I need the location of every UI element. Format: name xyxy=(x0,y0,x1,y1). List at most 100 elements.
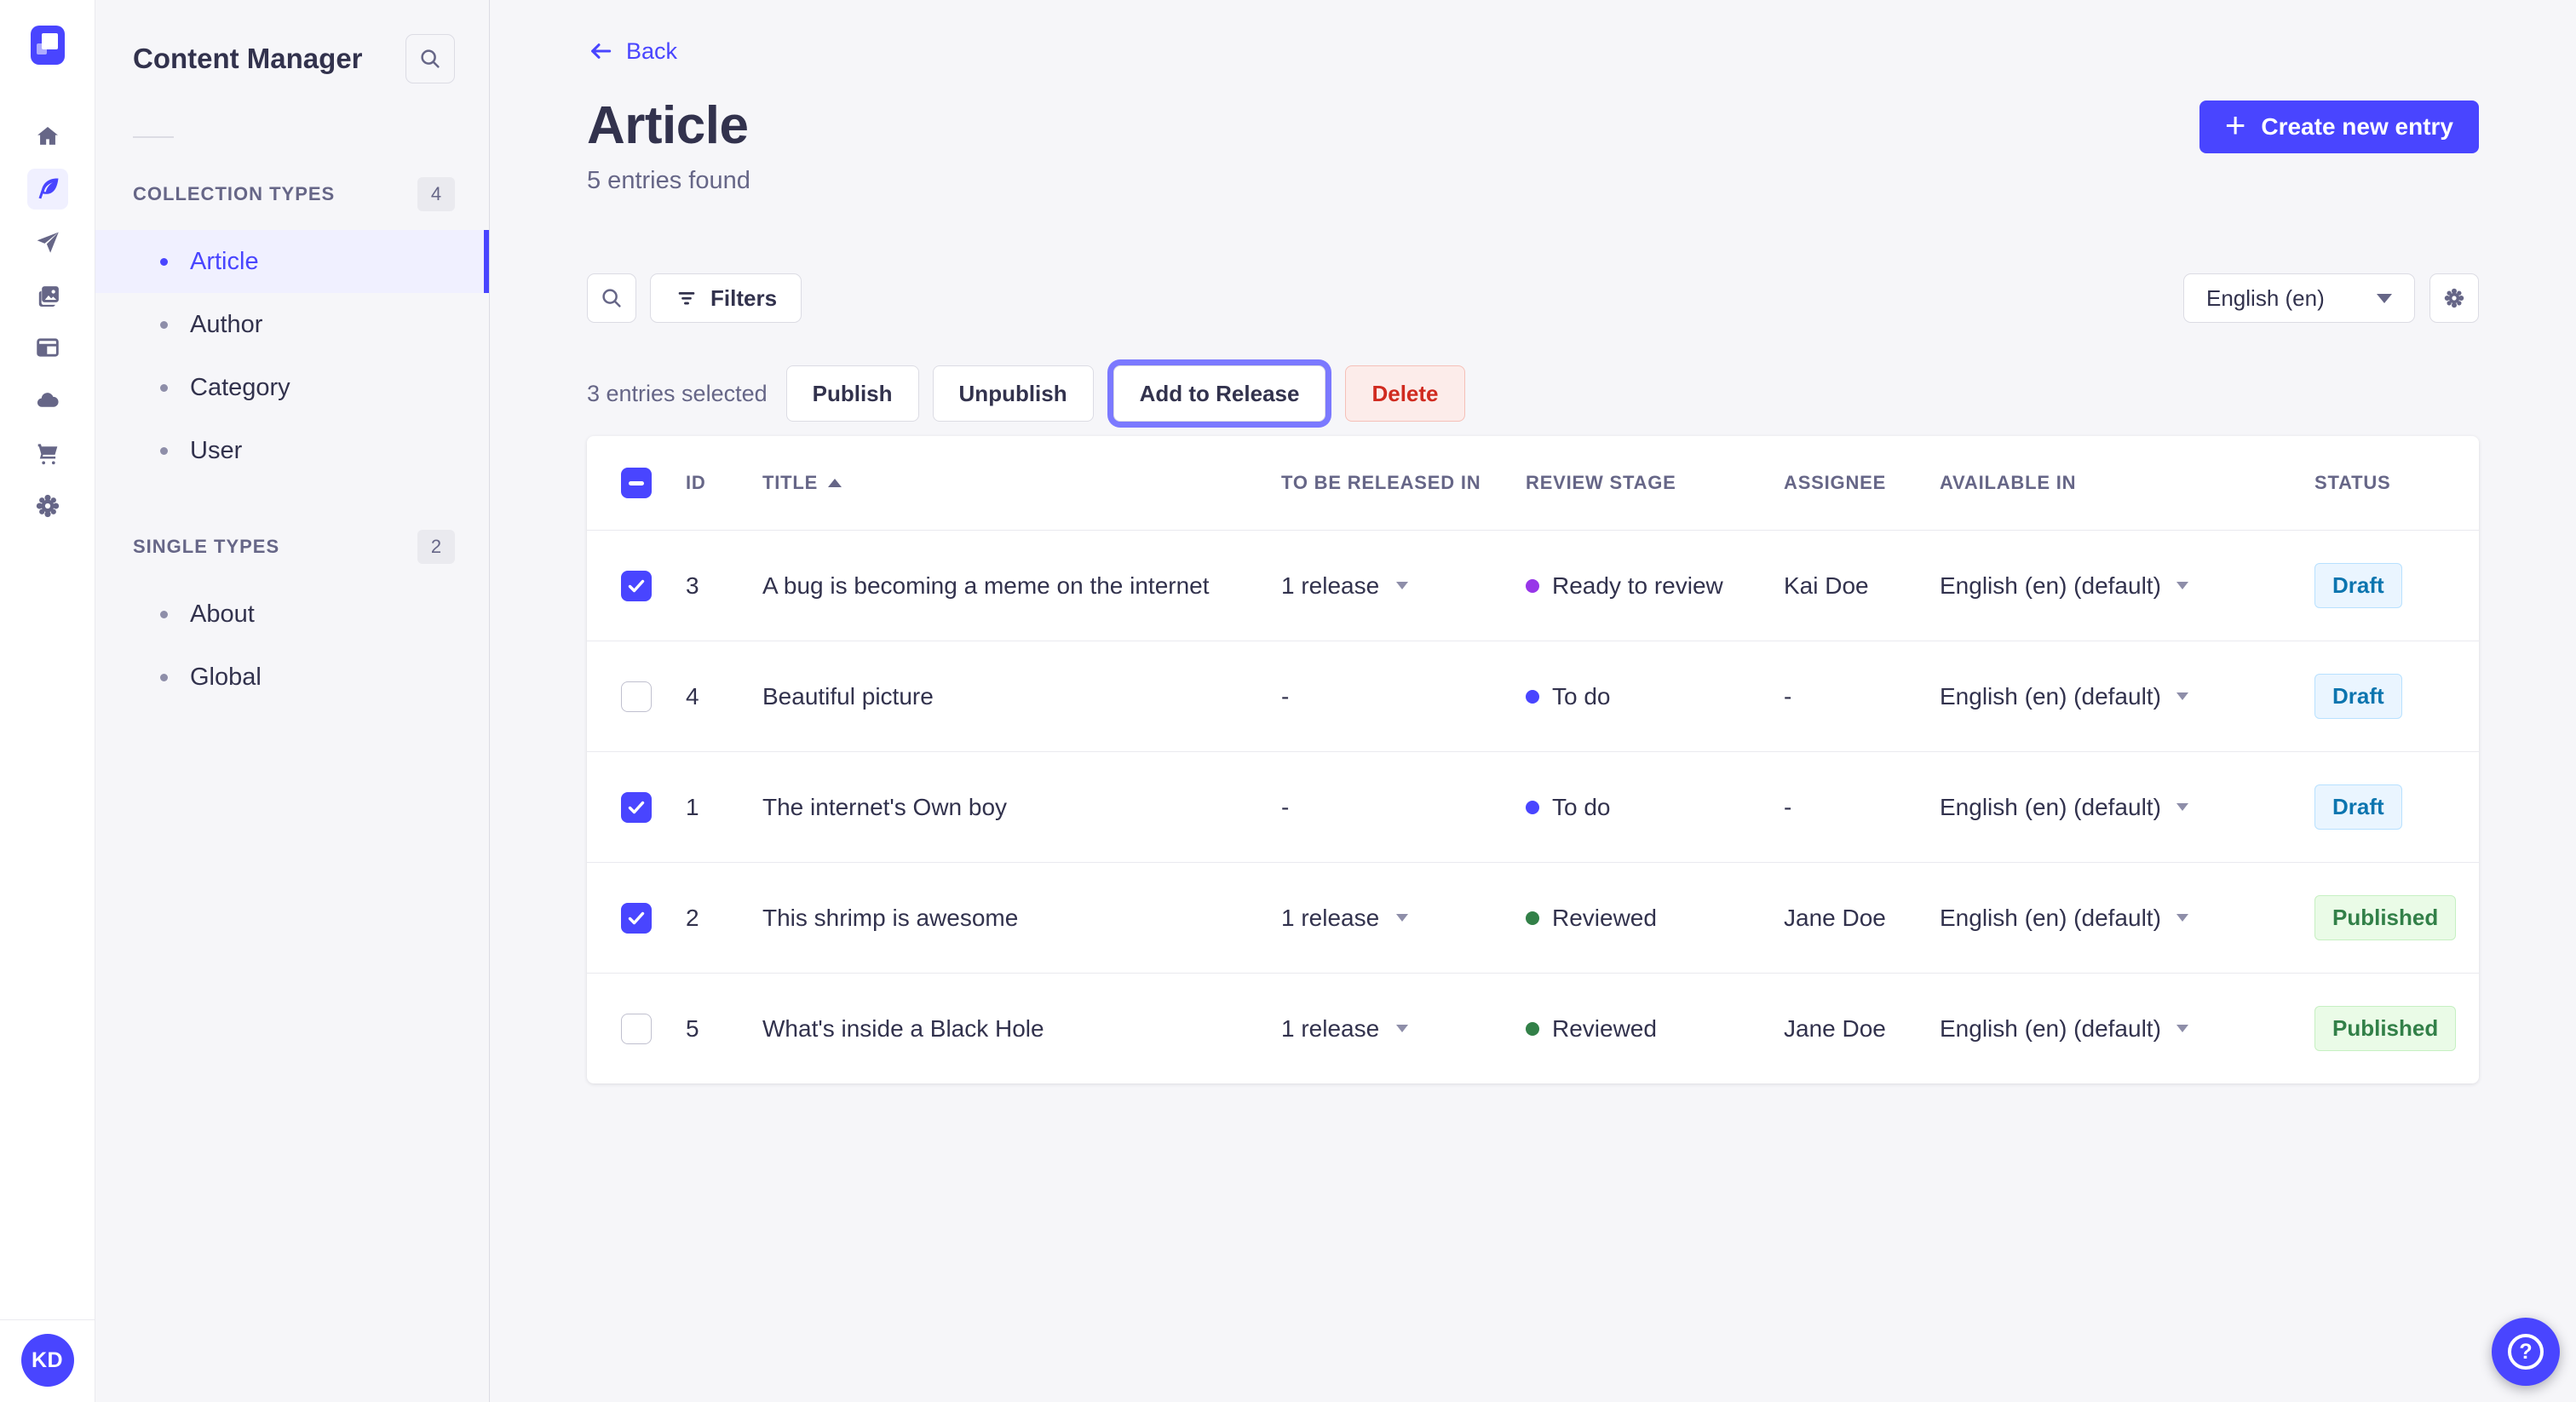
cell-assignee: Kai Doe xyxy=(1784,572,1869,599)
cell-review-stage: Ready to review xyxy=(1526,572,1784,600)
sidebar-item-global[interactable]: Global xyxy=(95,646,489,709)
deploy-cloud-icon[interactable] xyxy=(27,380,68,421)
cell-title: A bug is becoming a meme on the internet xyxy=(762,572,1210,599)
locale-caret-icon[interactable] xyxy=(2176,803,2188,811)
locale-caret-icon[interactable] xyxy=(2176,914,2188,922)
sidebar-item-category[interactable]: Category xyxy=(95,356,489,419)
cell-title: What's inside a Black Hole xyxy=(762,1014,1044,1042)
media-library-icon[interactable] xyxy=(27,274,68,315)
release-caret-icon[interactable] xyxy=(1396,582,1409,589)
row-checkbox[interactable] xyxy=(621,902,652,934)
search-button[interactable] xyxy=(587,273,636,323)
arrow-left-icon xyxy=(591,43,612,59)
cell-review-stage: Reviewed xyxy=(1526,1015,1784,1043)
table-row[interactable]: 4 Beautiful picture - To do - English (e… xyxy=(587,641,2479,751)
strapi-logo xyxy=(30,26,65,65)
row-checkbox[interactable] xyxy=(621,1013,652,1044)
publish-button[interactable]: Publish xyxy=(785,365,919,422)
locale-caret-icon[interactable] xyxy=(2176,692,2188,700)
column-header-id[interactable]: ID xyxy=(686,472,762,494)
row-checkbox[interactable] xyxy=(621,570,652,601)
content-type-builder-icon[interactable] xyxy=(27,327,68,368)
chevron-down-icon xyxy=(2377,293,2392,303)
column-header-release[interactable]: TO BE RELEASED IN xyxy=(1281,472,1526,494)
stage-dot xyxy=(1526,911,1539,925)
check-icon xyxy=(628,911,645,924)
locale-caret-icon[interactable] xyxy=(2176,582,2188,589)
marketplace-cart-icon[interactable] xyxy=(27,433,68,474)
sidebar-item-label: About xyxy=(190,600,255,628)
column-header-review-stage[interactable]: REVIEW STAGE xyxy=(1526,472,1784,494)
back-label: Back xyxy=(626,37,678,64)
cell-locale: English (en) (default) xyxy=(1940,1015,2314,1043)
user-avatar[interactable]: KD xyxy=(20,1334,74,1387)
locale-caret-icon[interactable] xyxy=(2176,1025,2188,1032)
cell-id: 1 xyxy=(686,793,699,820)
cell-title: The internet's Own boy xyxy=(762,793,1008,820)
status-badge: Published xyxy=(2314,895,2457,940)
sidebar-title: Content Manager xyxy=(133,43,363,74)
content-manager-sidebar: Content Manager COLLECTION TYPES 4 Artic… xyxy=(95,0,490,1402)
sidebar-item-article[interactable]: Article xyxy=(95,230,489,293)
filters-label: Filters xyxy=(710,284,778,311)
cell-locale: English (en) (default) xyxy=(1940,683,2314,710)
column-header-title[interactable]: TITLE xyxy=(762,472,1281,494)
collection-types-section: COLLECTION TYPES 4 Article Author Catego… xyxy=(95,177,489,482)
status-badge: Draft xyxy=(2314,674,2402,719)
icon-sidebar: KD xyxy=(0,0,95,1402)
status-badge: Draft xyxy=(2314,784,2402,830)
create-new-entry-button[interactable]: + Create new entry xyxy=(2199,101,2479,153)
cell-locale: English (en) (default) xyxy=(1940,905,2314,932)
cell-id: 3 xyxy=(686,572,699,599)
cell-title: This shrimp is awesome xyxy=(762,904,1019,931)
cell-id: 5 xyxy=(686,1014,699,1042)
add-to-release-button[interactable]: Add to Release xyxy=(1113,365,1326,422)
row-checkbox[interactable] xyxy=(621,681,652,712)
column-header-status[interactable]: STATUS xyxy=(2314,472,2479,494)
question-mark-icon: ? xyxy=(2508,1334,2544,1370)
row-checkbox[interactable] xyxy=(621,791,652,823)
sidebar-item-label: User xyxy=(190,436,243,464)
filter-icon xyxy=(678,292,695,305)
delete-button[interactable]: Delete xyxy=(1345,365,1465,422)
table-row[interactable]: 2 This shrimp is awesome 1 release Revie… xyxy=(587,862,2479,973)
help-button[interactable]: ? xyxy=(2492,1318,2560,1386)
bullet-icon xyxy=(160,383,168,392)
content-manager-feather-icon[interactable] xyxy=(26,169,68,210)
table-row[interactable]: 5 What's inside a Black Hole 1 release R… xyxy=(587,973,2479,1083)
plus-icon: + xyxy=(2224,105,2246,145)
table-row[interactable]: 3 A bug is becoming a meme on the intern… xyxy=(587,530,2479,641)
check-icon xyxy=(628,579,645,592)
stage-dot xyxy=(1526,800,1539,814)
cell-title: Beautiful picture xyxy=(762,682,934,710)
unpublish-button[interactable]: Unpublish xyxy=(932,365,1094,422)
sidebar-search-button[interactable] xyxy=(405,34,455,83)
home-icon[interactable] xyxy=(27,116,68,157)
cell-release: - xyxy=(1281,793,1290,820)
search-icon xyxy=(602,289,621,307)
selected-count-text: 3 entries selected xyxy=(587,380,768,406)
column-header-available-in[interactable]: AVAILABLE IN xyxy=(1940,472,2314,494)
section-label: SINGLE TYPES xyxy=(133,536,280,557)
select-all-checkbox[interactable] xyxy=(621,468,652,498)
filters-button[interactable]: Filters xyxy=(650,273,802,323)
gear-icon xyxy=(2444,288,2464,308)
view-settings-button[interactable] xyxy=(2429,273,2479,323)
release-paper-plane-icon[interactable] xyxy=(27,221,68,262)
bullet-icon xyxy=(160,257,168,266)
table-row[interactable]: 1 The internet's Own boy - To do - Engli… xyxy=(587,751,2479,862)
back-link[interactable]: Back xyxy=(587,37,677,65)
locale-select[interactable]: English (en) xyxy=(2183,273,2415,323)
page-title: Article xyxy=(587,96,749,155)
sidebar-divider xyxy=(133,136,174,138)
sidebar-item-user[interactable]: User xyxy=(95,419,489,482)
column-header-assignee[interactable]: ASSIGNEE xyxy=(1784,472,1940,494)
release-caret-icon[interactable] xyxy=(1396,1025,1409,1032)
settings-gear-icon[interactable] xyxy=(27,486,68,526)
release-caret-icon[interactable] xyxy=(1396,914,1409,922)
section-label: COLLECTION TYPES xyxy=(133,183,336,204)
entries-count-text: 5 entries found xyxy=(587,167,750,194)
sidebar-item-about[interactable]: About xyxy=(95,583,489,646)
sidebar-item-author[interactable]: Author xyxy=(95,293,489,356)
cell-review-stage: To do xyxy=(1526,683,1784,710)
